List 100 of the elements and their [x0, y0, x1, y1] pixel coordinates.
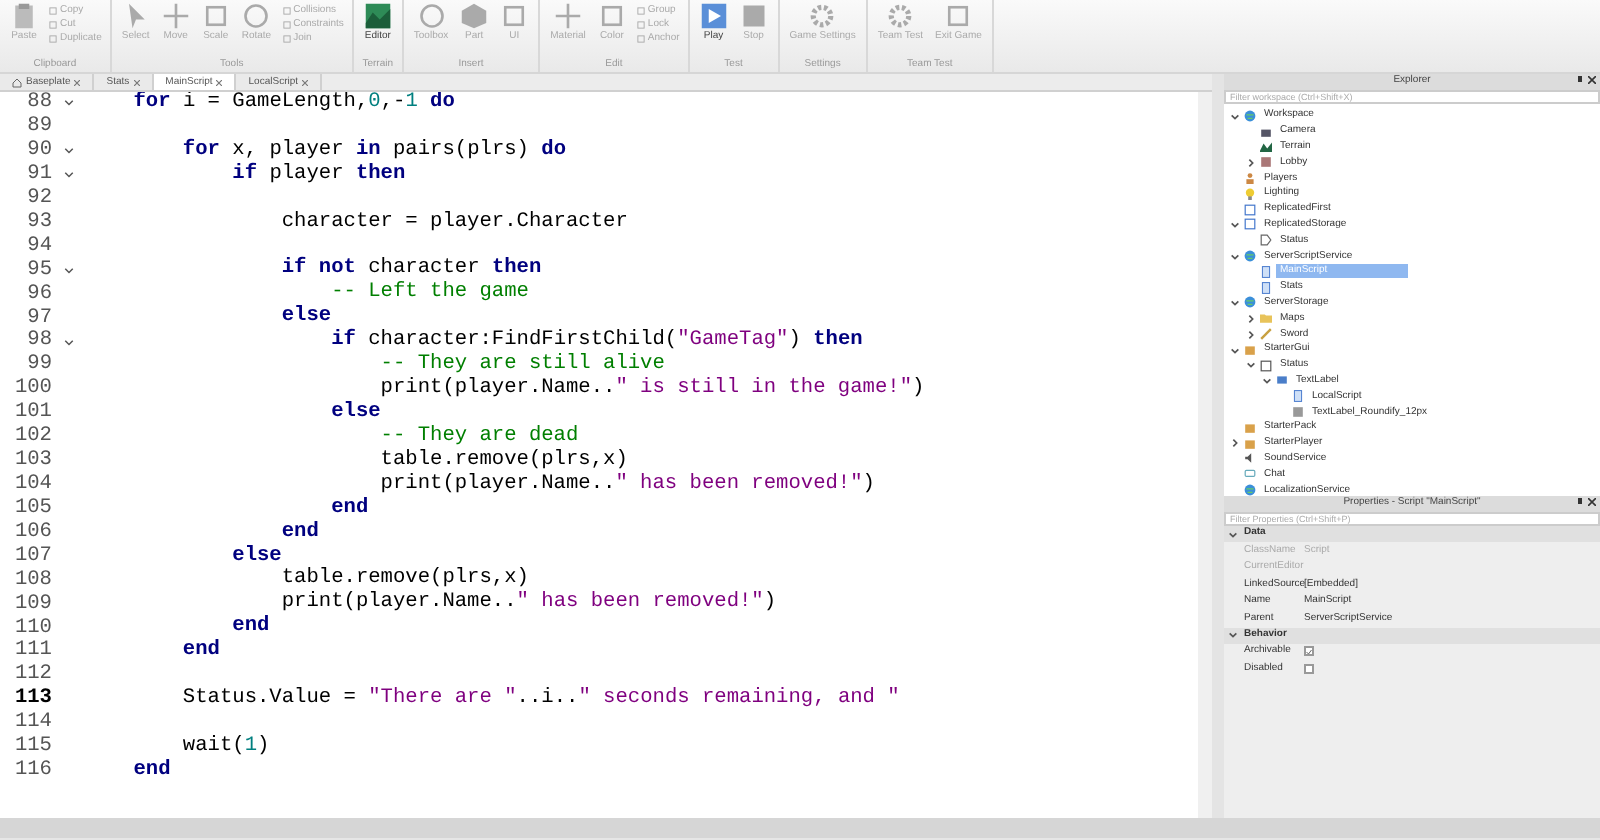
code-line: print(player.Name.." has been removed!"): [378, 473, 875, 498]
clipboard-icon: [10, 2, 38, 30]
square-icon: [281, 5, 292, 15]
square-icon: [48, 5, 58, 15]
line-number: 112: [12, 660, 52, 688]
checkbox[interactable]: [1304, 646, 1314, 657]
fold-chevron-icon[interactable]: [63, 148, 73, 155]
chevron-down-icon[interactable]: [1230, 220, 1240, 231]
circle-icon: [242, 2, 271, 30]
speech-bubble-icon: [1244, 468, 1256, 481]
line-number: 103: [12, 446, 52, 474]
line-number: 92: [25, 183, 52, 212]
code-line: -- They are still alive: [378, 354, 665, 377]
fold-chevron-icon[interactable]: [63, 100, 73, 107]
square-icon: [635, 19, 646, 29]
code-line: if player then: [230, 163, 406, 188]
cross-arrows-icon: [554, 2, 583, 30]
line-number: 102: [12, 422, 52, 450]
label-icon: [1276, 374, 1288, 387]
line-number: 104: [12, 470, 52, 498]
chevron-down-icon[interactable]: [1230, 345, 1240, 356]
square-icon: [48, 33, 58, 43]
close-icon[interactable]: [1588, 498, 1596, 506]
code-line: else: [329, 401, 381, 426]
sword-icon: [1260, 328, 1272, 341]
camera-icon: [1260, 125, 1272, 138]
speaker-icon: [1244, 452, 1256, 465]
line-number: 100: [12, 374, 52, 402]
chevron-down-icon[interactable]: [1228, 529, 1238, 539]
line-number: 114: [12, 708, 52, 736]
close-icon[interactable]: [216, 79, 223, 85]
chevron-down-icon[interactable]: [1228, 630, 1238, 640]
line-number: 105: [12, 493, 52, 522]
lightbulb-icon: [1244, 187, 1256, 200]
fold-chevron-icon[interactable]: [63, 267, 73, 274]
block-icon: [1260, 156, 1272, 169]
folder-icon: [1260, 312, 1272, 325]
code-line: print(player.Name.." is still in the game!"): [380, 378, 925, 402]
code-line: character = player.Character: [279, 211, 628, 236]
tag-icon: [1260, 234, 1272, 247]
code-line: else: [230, 545, 282, 569]
line-number: 110: [12, 613, 52, 640]
square-icon: [281, 19, 292, 29]
chevron-down-icon[interactable]: [1230, 251, 1240, 262]
code-line: Status.Value = "There are "..i.." seconds remaining, and ": [180, 688, 900, 712]
line-number: 109: [12, 589, 52, 618]
code-line: -- Left the game: [330, 282, 529, 307]
cross-arrows-icon: [161, 2, 190, 30]
line-number: 101: [12, 398, 52, 426]
code-line: -- They are dead: [378, 425, 579, 449]
fold-chevron-icon[interactable]: [63, 172, 73, 179]
line-number: 97: [25, 303, 52, 330]
code-line: if not character then: [279, 258, 542, 281]
close-icon[interactable]: [1588, 76, 1596, 84]
pin-icon[interactable]: [1576, 498, 1584, 506]
line-number: 113: [12, 684, 52, 712]
chevron-right-icon[interactable]: [1246, 313, 1256, 324]
play-icon: [699, 2, 728, 30]
line-number: 91: [25, 160, 52, 188]
frame-icon: [1260, 359, 1272, 372]
code-line: end: [180, 640, 220, 665]
terrain-icon: [363, 2, 392, 30]
square-icon: [635, 33, 646, 43]
code-line: table.remove(plrs,x): [378, 449, 628, 473]
code-line: else: [279, 306, 332, 331]
code-line: print(player.Name.." has been removed!"): [279, 592, 777, 617]
code-line: end: [281, 521, 319, 546]
line-number: 107: [12, 541, 52, 570]
stop-icon: [739, 2, 768, 30]
line-number: 94: [25, 231, 52, 260]
line-number: 99: [25, 350, 52, 378]
document-icon: [1292, 390, 1304, 403]
fold-chevron-icon[interactable]: [63, 339, 73, 346]
chevron-down-icon[interactable]: [1246, 360, 1256, 371]
chevron-down-icon[interactable]: [1230, 298, 1240, 309]
line-number: 98: [25, 326, 52, 354]
globe-icon: [1244, 250, 1256, 263]
code-line: end: [329, 497, 369, 522]
line-number: 88: [25, 92, 52, 116]
checkbox[interactable]: [1304, 663, 1314, 674]
gear-icon: [808, 2, 837, 30]
cube-icon: [460, 2, 489, 30]
square-icon: [500, 2, 529, 30]
code-line: for x, player in pairs(plrs) do: [180, 139, 567, 162]
chevron-right-icon[interactable]: [1246, 329, 1256, 340]
line-number: 111: [12, 636, 52, 664]
line-number: 115: [12, 732, 52, 760]
panel-icon: [1244, 343, 1256, 356]
chevron-right-icon[interactable]: [1246, 157, 1256, 168]
chevron-down-icon[interactable]: [1262, 376, 1272, 387]
chevron-down-icon[interactable]: [1230, 111, 1240, 122]
house-icon: [12, 77, 22, 87]
line-number: 90: [25, 136, 52, 164]
scrollbar[interactable]: [1198, 92, 1212, 818]
line-number: 96: [25, 279, 52, 308]
square-icon: [48, 19, 58, 29]
chevron-right-icon[interactable]: [1230, 438, 1240, 449]
line-number: 108: [12, 565, 52, 594]
person-icon: [1244, 172, 1256, 185]
globe-icon: [1244, 296, 1256, 309]
